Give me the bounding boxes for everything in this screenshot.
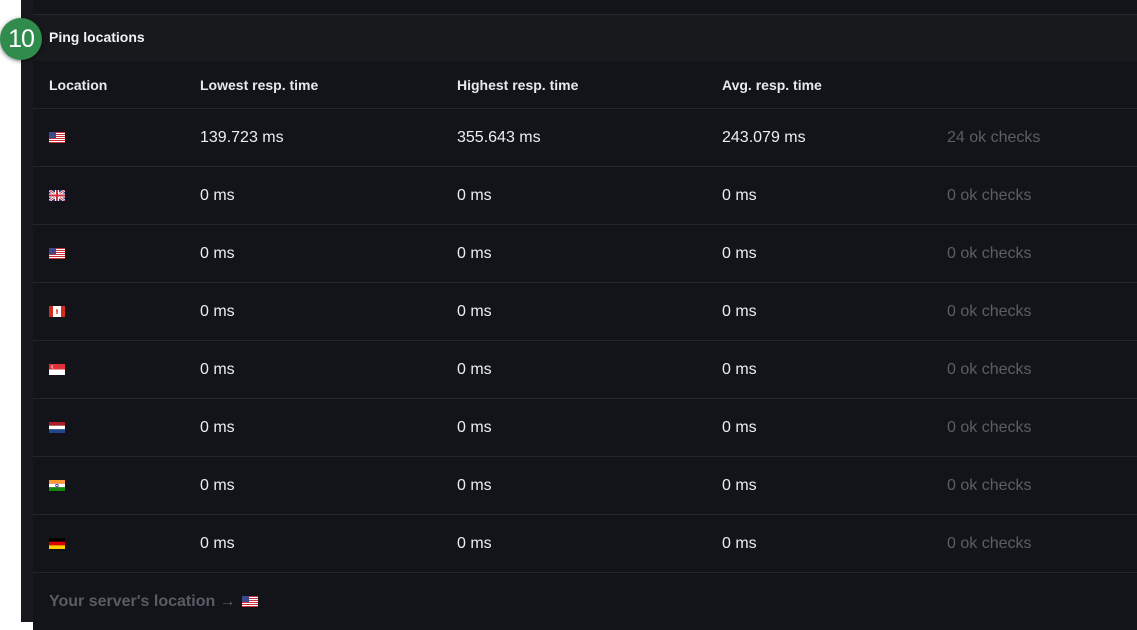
ok-checks-cell: 0 ok checks [947,302,1032,320]
ping-locations-table: Location Lowest resp. time Highest resp.… [33,61,1137,630]
location-cell [49,225,65,282]
table-row: 139.723 ms 355.643 ms 243.079 ms 24 ok chec… [33,109,1137,167]
ok-checks-cell: 0 ok checks [947,418,1032,436]
column-header-location: Location [49,76,108,93]
column-header-avg: Avg. resp. time [722,76,822,93]
lowest-resp-cell: 0 ms [200,418,235,436]
location-cell [49,283,65,340]
highest-resp-cell: 0 ms [457,186,492,204]
lowest-resp-cell: 0 ms [200,302,235,320]
avg-resp-cell: 0 ms [722,534,757,552]
ok-checks-cell: 0 ok checks [947,534,1032,552]
us-flag-icon [49,248,65,259]
location-cell [49,341,65,398]
avg-resp-cell: 0 ms [722,360,757,378]
singapore-flag-icon [49,364,65,375]
table-row: 0 ms 0 ms 0 ms 0 ok checks [33,167,1137,225]
ok-checks-cell: 0 ok checks [947,360,1032,378]
ok-checks-cell: 24 ok checks [947,128,1041,146]
highest-resp-cell: 0 ms [457,476,492,494]
netherlands-flag-icon [49,422,65,433]
step-badge: 10 [0,18,42,60]
previous-section-edge [33,0,1137,15]
location-cell [49,167,65,224]
column-header-highest: Highest resp. time [457,76,579,93]
table-row: 0 ms 0 ms 0 ms 0 ok checks [33,515,1137,573]
avg-resp-cell: 243.079 ms [722,128,806,146]
table-row: 0 ms 0 ms 0 ms 0 ok checks [33,457,1137,515]
lowest-resp-cell: 0 ms [200,186,235,204]
canada-flag-icon [49,306,65,317]
lowest-resp-cell: 0 ms [200,360,235,378]
us-flag-icon [49,132,65,143]
lowest-resp-cell: 0 ms [200,244,235,262]
avg-resp-cell: 0 ms [722,244,757,262]
table-row: 0 ms 0 ms 0 ms 0 ok checks [33,399,1137,457]
section-title: Ping locations [49,29,145,45]
avg-resp-cell: 0 ms [722,418,757,436]
ok-checks-cell: 0 ok checks [947,186,1032,204]
highest-resp-cell: 0 ms [457,418,492,436]
location-cell [49,515,65,572]
avg-resp-cell: 0 ms [722,476,757,494]
location-cell [49,109,65,166]
india-flag-icon [49,480,65,491]
location-cell [49,457,65,514]
germany-flag-icon [49,538,65,549]
lowest-resp-cell: 139.723 ms [200,128,284,146]
avg-resp-cell: 0 ms [722,302,757,320]
column-header-lowest: Lowest resp. time [200,76,319,93]
highest-resp-cell: 0 ms [457,360,492,378]
highest-resp-cell: 0 ms [457,244,492,262]
lowest-resp-cell: 0 ms [200,534,235,552]
ok-checks-cell: 0 ok checks [947,244,1032,262]
table-header-row: Location Lowest resp. time Highest resp.… [33,61,1137,109]
highest-resp-cell: 0 ms [457,534,492,552]
table-row: 0 ms 0 ms 0 ms 0 ok checks [33,341,1137,399]
avg-resp-cell: 0 ms [722,186,757,204]
table-body: 139.723 ms 355.643 ms 243.079 ms 24 ok chec… [33,109,1137,573]
highest-resp-cell: 355.643 ms [457,128,541,146]
server-location-label: Your server's location → [49,593,258,611]
server-location-text: Your server's location → [49,592,236,610]
highest-resp-cell: 0 ms [457,302,492,320]
location-cell [49,399,65,456]
server-location-row: Your server's location → [33,573,1137,630]
table-row: 0 ms 0 ms 0 ms 0 ok checks [33,283,1137,341]
uk-flag-icon [49,190,65,201]
table-row: 0 ms 0 ms 0 ms 0 ok checks [33,225,1137,283]
lowest-resp-cell: 0 ms [200,476,235,494]
ok-checks-cell: 0 ok checks [947,476,1032,494]
us-flag-icon [241,596,258,607]
